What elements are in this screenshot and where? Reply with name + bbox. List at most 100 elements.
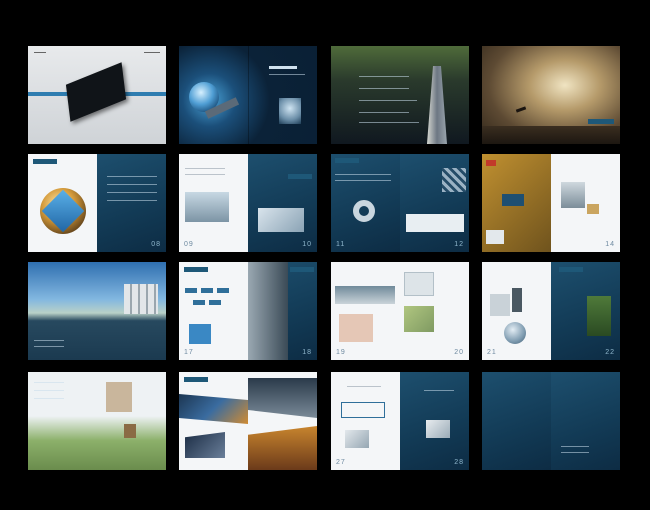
page-number: 09 bbox=[184, 241, 194, 248]
text-line bbox=[359, 122, 419, 123]
office-building-image bbox=[185, 192, 229, 222]
floor-plan-image bbox=[339, 314, 373, 342]
person-photo bbox=[426, 420, 450, 438]
spread-globe: 08 bbox=[28, 154, 166, 252]
people-photo bbox=[345, 430, 369, 448]
text-line bbox=[107, 184, 157, 185]
city-photo bbox=[561, 182, 585, 208]
phone-image bbox=[512, 288, 522, 312]
text-line bbox=[34, 382, 64, 383]
diagram-node bbox=[201, 288, 213, 293]
meeting-room-photo bbox=[248, 426, 317, 470]
text-line bbox=[269, 74, 305, 75]
line-chart bbox=[406, 214, 464, 232]
page-number: 20 bbox=[454, 349, 464, 356]
logo-box bbox=[288, 174, 312, 179]
logo-box bbox=[184, 377, 208, 382]
donut-chart bbox=[353, 200, 375, 222]
text-line bbox=[359, 100, 417, 101]
page-number: 19 bbox=[336, 349, 346, 356]
text-line bbox=[561, 446, 589, 447]
person-silhouette-image bbox=[279, 98, 301, 124]
mobile-screen-image bbox=[404, 272, 434, 296]
diagram-node bbox=[209, 300, 221, 305]
spread-office: 09 10 bbox=[179, 154, 317, 252]
logo-box bbox=[33, 159, 57, 164]
cubes-image bbox=[442, 168, 466, 192]
monitor-wall-photo bbox=[185, 432, 225, 458]
text-line bbox=[34, 346, 64, 347]
text-line bbox=[347, 386, 381, 387]
text-line bbox=[424, 390, 454, 391]
spread-cover bbox=[28, 46, 166, 144]
logo-box bbox=[184, 267, 208, 272]
text-line bbox=[359, 76, 409, 77]
inset-photo bbox=[486, 230, 504, 244]
page-number: 11 bbox=[336, 241, 346, 248]
text-line bbox=[107, 176, 157, 177]
horizon-image bbox=[482, 126, 620, 144]
spread-charts: 11 12 bbox=[331, 154, 469, 252]
page-number: 14 bbox=[605, 241, 615, 248]
diagram-node bbox=[193, 300, 205, 305]
spread-clouds bbox=[482, 46, 620, 144]
text-line bbox=[107, 192, 157, 193]
text-line bbox=[359, 112, 409, 113]
aerial-city-photo bbox=[335, 286, 395, 304]
spread-map: 19 20 bbox=[331, 262, 469, 360]
text-line bbox=[359, 88, 409, 89]
spread-skyscraper bbox=[331, 46, 469, 144]
logo-box bbox=[559, 267, 583, 272]
text-line bbox=[561, 452, 589, 453]
text-line bbox=[34, 390, 64, 391]
red-badge bbox=[486, 160, 496, 166]
spine bbox=[248, 46, 249, 144]
spread-circuit: 14 bbox=[482, 154, 620, 252]
text-line bbox=[335, 180, 391, 181]
spread-back-cover bbox=[482, 372, 620, 470]
page-number: 21 bbox=[487, 349, 497, 356]
gold-photo bbox=[587, 204, 599, 214]
text-line bbox=[185, 174, 225, 175]
page-number: 17 bbox=[184, 349, 194, 356]
satellite-dish-image bbox=[504, 322, 526, 344]
text-line bbox=[107, 200, 157, 201]
skyscraper-image bbox=[427, 66, 447, 144]
glass-building-image bbox=[248, 262, 288, 360]
text-line bbox=[34, 340, 64, 341]
spread-diagram: 17 18 bbox=[179, 262, 317, 360]
page-number: 08 bbox=[151, 241, 161, 248]
black-brochure-image bbox=[65, 62, 127, 122]
map-image bbox=[404, 306, 434, 332]
device-image bbox=[490, 294, 510, 316]
control-room-photo bbox=[179, 394, 248, 424]
forest-image bbox=[587, 296, 611, 336]
title-bar bbox=[269, 66, 297, 69]
text-line bbox=[335, 174, 391, 175]
page-number: 28 bbox=[454, 459, 464, 466]
page-number: 18 bbox=[302, 349, 312, 356]
spread-control-room bbox=[179, 372, 317, 470]
logo-box bbox=[335, 158, 359, 163]
screen-wall-photo bbox=[248, 378, 317, 418]
logo-box bbox=[290, 267, 314, 272]
site-plan-image bbox=[106, 382, 132, 412]
inset-photo bbox=[124, 424, 136, 438]
cover-header-line bbox=[34, 52, 46, 53]
spread-devices: 21 22 bbox=[482, 262, 620, 360]
spread-satellite bbox=[179, 46, 317, 144]
spread-people: 27 28 bbox=[331, 372, 469, 470]
text-line bbox=[34, 398, 64, 399]
text-frame bbox=[341, 402, 385, 418]
server-icon bbox=[189, 324, 211, 344]
page-number: 22 bbox=[605, 349, 615, 356]
spread-aerial bbox=[28, 372, 166, 470]
diagram-node bbox=[185, 288, 197, 293]
city-skyline-image bbox=[124, 284, 158, 314]
text-line bbox=[185, 168, 225, 169]
diagram-node bbox=[217, 288, 229, 293]
page-number: 12 bbox=[454, 241, 464, 248]
logo-box bbox=[588, 119, 614, 124]
handshake-image bbox=[258, 208, 304, 232]
chip-label bbox=[502, 194, 524, 206]
